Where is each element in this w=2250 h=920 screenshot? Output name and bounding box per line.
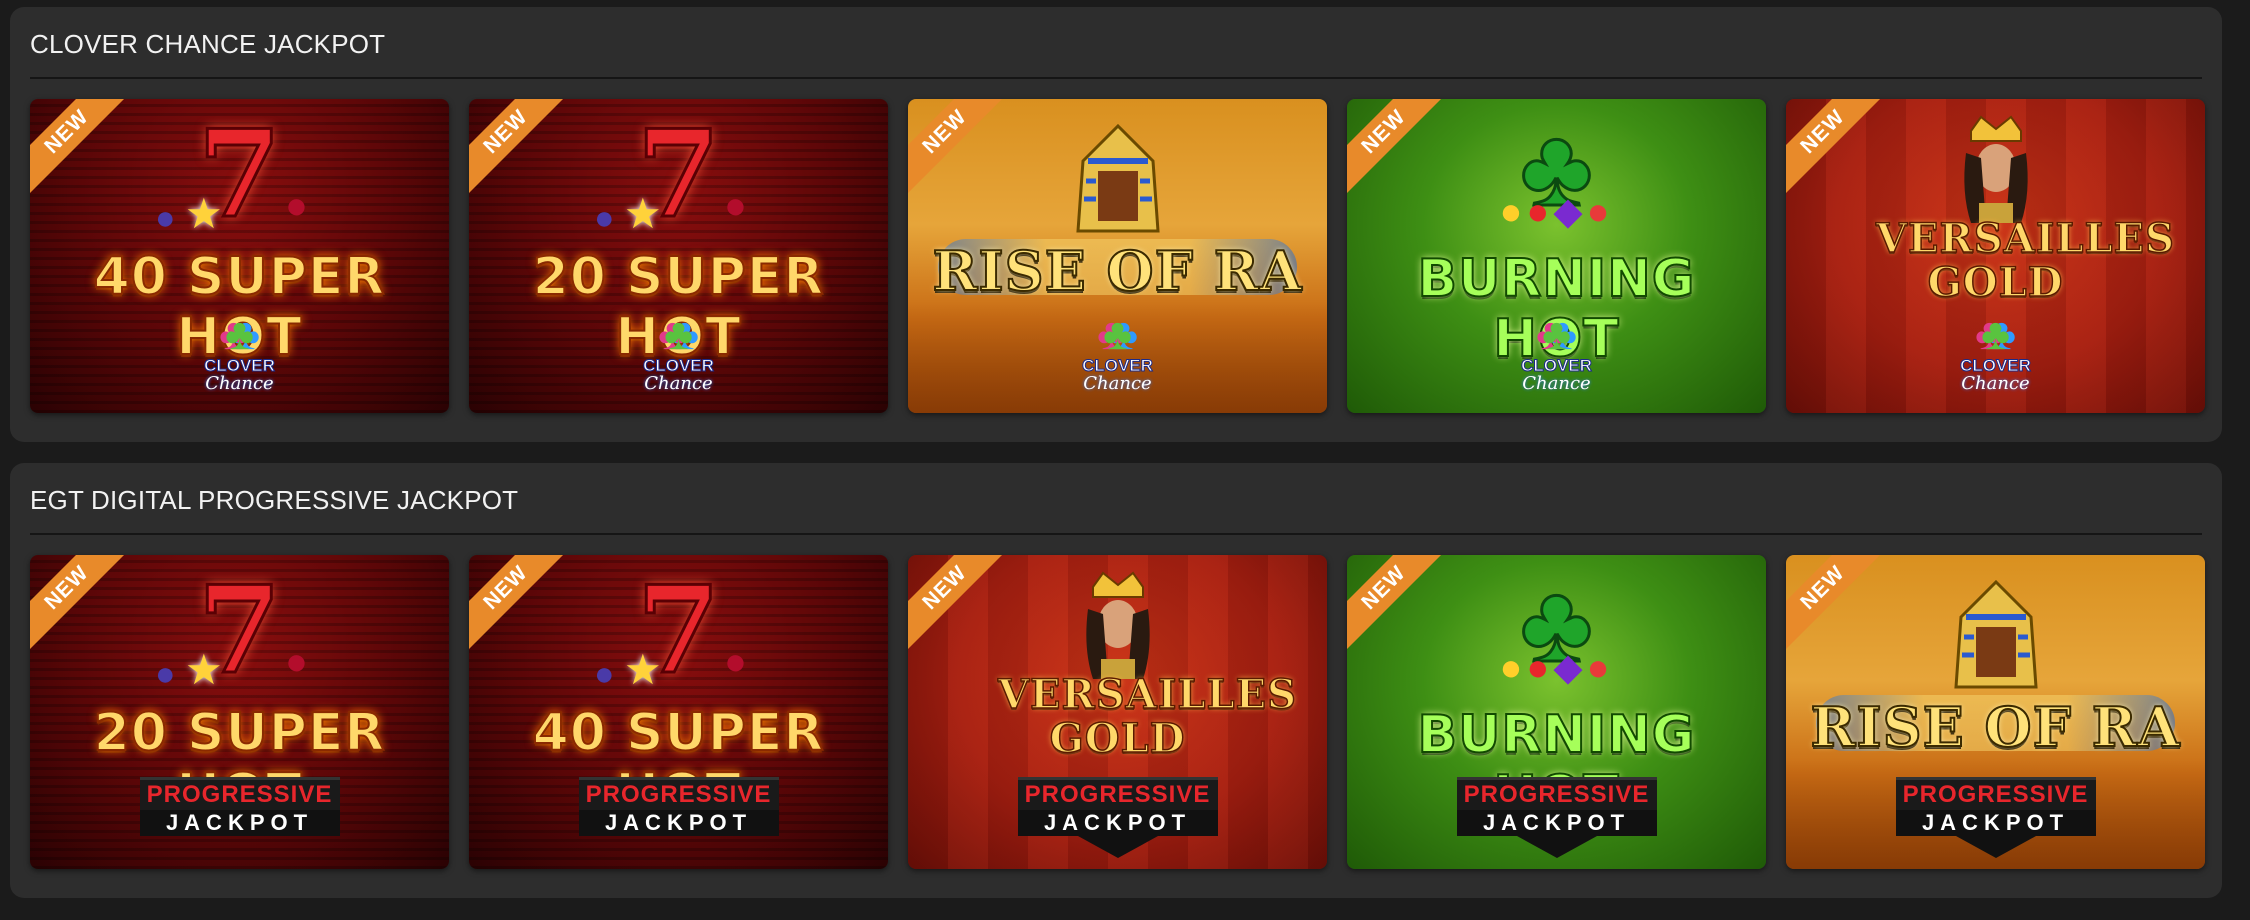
game-tile-40-super-hot[interactable]: NEW ● ★ 7 ● 40 SUPER HOT PROGRESSIVE JAC… [469, 555, 888, 869]
game-title: RISE OF RA [1809, 694, 2181, 760]
grape-icon: ● [594, 655, 615, 693]
cherry-icon: ● [285, 185, 308, 227]
seven-icon: 7 [196, 560, 282, 701]
game-tile-40-super-hot[interactable]: NEW ● ★ 7 ● 40 SUPER HOT ♣ CLOVER Chance [30, 99, 449, 413]
game-tile-rise-of-ra[interactable]: NEW RISE OF RA ♣ CLOVER Chance [908, 99, 1327, 413]
fruits-icon: ●●◆● [1499, 647, 1614, 689]
game-tile-burning-hot[interactable]: NEW ♣ ●●◆● BURNING HOT ♣ CLOVER Chance [1347, 99, 1766, 413]
logo-subtext: JACKPOT [1017, 810, 1218, 836]
game-title: RISE OF RA [931, 238, 1303, 304]
clover-icon: ♣ [1542, 310, 1571, 359]
logo-pointer [1516, 836, 1597, 858]
logo-subtext: JACKPOT [1895, 810, 2096, 836]
game-title: VERSAILLES GOLD [997, 671, 1298, 762]
logo-subtext: Chance [1083, 373, 1152, 394]
egt-progressive-jackpot-section: EGT DIGITAL PROGRESSIVE JACKPOT NEW ● ★ … [10, 463, 2222, 898]
game-tile-rise-of-ra[interactable]: NEW RISE OF RA PROGRESSIVE JACKPOT [1786, 555, 2205, 869]
logo-subtext: Chance [1961, 373, 2030, 394]
game-tile-20-super-hot[interactable]: NEW ● ★ 7 ● 20 SUPER HOT PROGRESSIVE JAC… [30, 555, 449, 869]
seven-icon: 7 [196, 104, 282, 245]
clover-icon: ♣ [1103, 310, 1132, 359]
new-badge: NEW [1786, 555, 1889, 654]
clover-icon: ♣ [664, 310, 693, 359]
section-title: CLOVER CHANCE JACKPOT [30, 29, 386, 59]
progressive-jackpot-logo: PROGRESSIVE JACKPOT [1017, 777, 1218, 858]
grape-icon: ● [594, 199, 615, 237]
grape-icon: ● [155, 199, 176, 237]
seven-icon: 7 [635, 104, 721, 245]
game-tile-20-super-hot[interactable]: NEW ● ★ 7 ● 20 SUPER HOT ♣ CLOVER Chance [469, 99, 888, 413]
logo-pointer [1955, 836, 2036, 858]
new-badge: NEW [469, 99, 572, 198]
logo-text: PROGRESSIVE [1017, 777, 1218, 810]
game-tile-burning-hot[interactable]: NEW ♣ ●●◆● BURNING HOT PROGRESSIVE JACKP… [1347, 555, 1766, 869]
clover-chance-logo: ♣ CLOVER Chance [180, 313, 300, 393]
new-badge: NEW [1347, 99, 1450, 198]
pharaoh-icon [1953, 579, 2038, 689]
logo-text: PROGRESSIVE [578, 777, 779, 810]
section-divider [30, 77, 2202, 79]
game-grid: NEW ● ★ 7 ● 40 SUPER HOT ♣ CLOVER Chance… [30, 99, 2205, 413]
progressive-jackpot-logo: PROGRESSIVE JACKPOT [578, 777, 779, 836]
logo-text: PROGRESSIVE [139, 777, 340, 810]
logo-subtext: JACKPOT [139, 810, 340, 836]
logo-subtext: Chance [1522, 373, 1591, 394]
game-title: VERSAILLES GOLD [1875, 215, 2176, 306]
game-tile-versailles-gold[interactable]: NEW VERSAILLES GOLD PROGRESSIVE JACKPOT [908, 555, 1327, 869]
logo-text: PROGRESSIVE [1456, 777, 1657, 810]
new-badge: NEW [908, 99, 1011, 198]
progressive-jackpot-logo: PROGRESSIVE JACKPOT [1456, 777, 1657, 858]
logo-text: PROGRESSIVE [1895, 777, 2096, 810]
logo-pointer [1077, 836, 1158, 858]
fruits-icon: ●●◆● [1499, 191, 1614, 233]
progressive-jackpot-logo: PROGRESSIVE JACKPOT [139, 777, 340, 836]
clover-icon: ♣ [1981, 310, 2010, 359]
grape-icon: ● [155, 655, 176, 693]
logo-subtext: JACKPOT [1456, 810, 1657, 836]
game-tile-versailles-gold[interactable]: NEW VERSAILLES GOLD ♣ CLOVER Chance [1786, 99, 2205, 413]
section-divider [30, 533, 2202, 535]
new-badge: NEW [469, 555, 572, 654]
clover-chance-jackpot-section: CLOVER CHANCE JACKPOT NEW ● ★ 7 ● 40 SUP… [10, 7, 2222, 442]
section-title: EGT DIGITAL PROGRESSIVE JACKPOT [30, 485, 519, 515]
cherry-icon: ● [285, 641, 308, 683]
seven-icon: 7 [635, 560, 721, 701]
cherry-icon: ● [724, 641, 747, 683]
clover-chance-logo: ♣ CLOVER Chance [619, 313, 739, 393]
new-badge: NEW [30, 99, 133, 198]
clover-chance-logo: ♣ CLOVER Chance [1058, 313, 1178, 393]
clover-icon: ♣ [225, 310, 254, 359]
logo-subtext: Chance [205, 373, 274, 394]
king-icon [1963, 115, 2028, 223]
logo-subtext: Chance [644, 373, 713, 394]
game-grid: NEW ● ★ 7 ● 20 SUPER HOT PROGRESSIVE JAC… [30, 555, 2205, 869]
new-badge: NEW [30, 555, 133, 654]
new-badge: NEW [908, 555, 1011, 654]
new-badge: NEW [1347, 555, 1450, 654]
clover-chance-logo: ♣ CLOVER Chance [1936, 313, 2056, 393]
clover-chance-logo: ♣ CLOVER Chance [1497, 313, 1617, 393]
logo-subtext: JACKPOT [578, 810, 779, 836]
progressive-jackpot-logo: PROGRESSIVE JACKPOT [1895, 777, 2096, 858]
pharaoh-icon [1075, 123, 1160, 233]
cherry-icon: ● [724, 185, 747, 227]
king-icon [1085, 571, 1150, 679]
new-badge: NEW [1786, 99, 1889, 198]
